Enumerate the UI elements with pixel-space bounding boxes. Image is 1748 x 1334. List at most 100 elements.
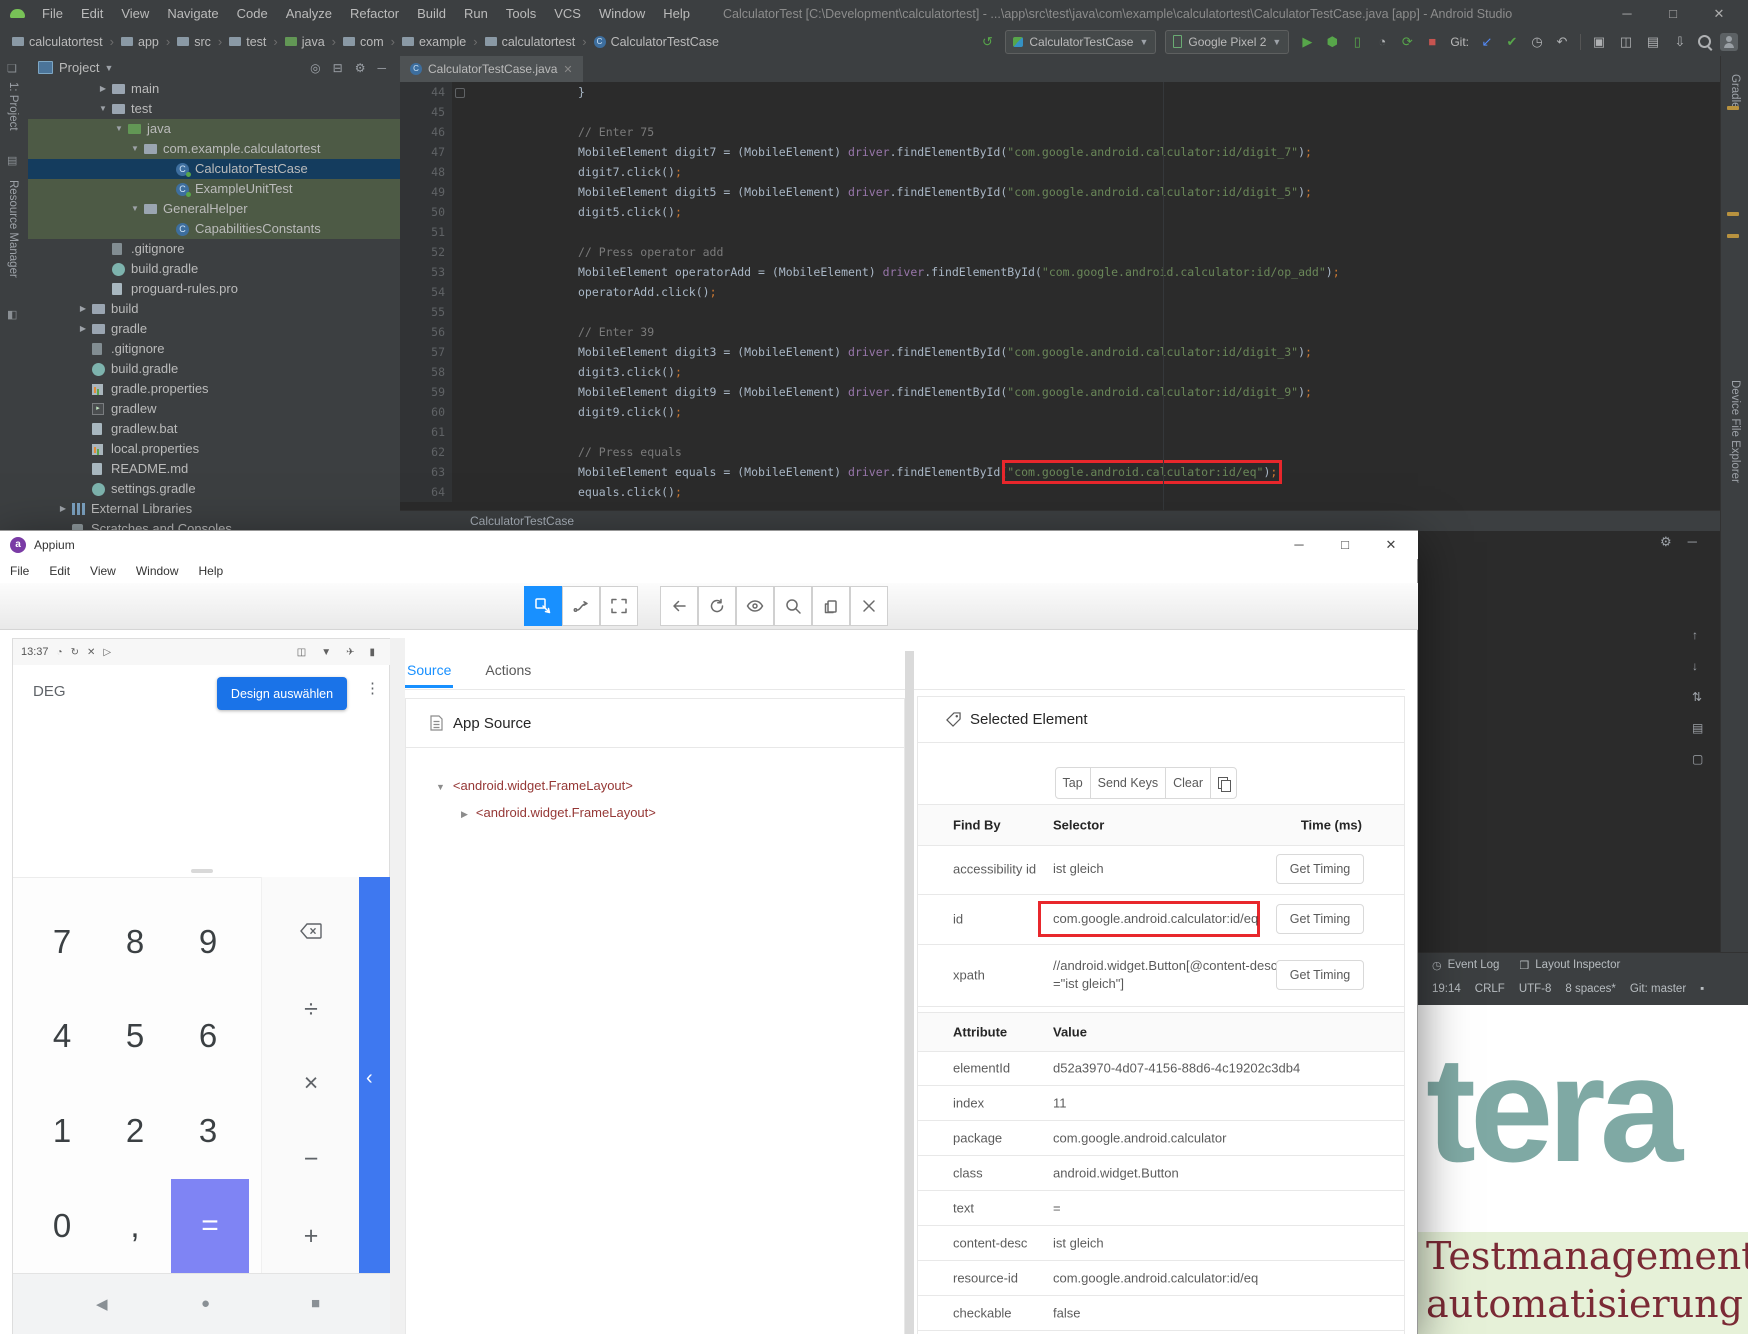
maximize-icon[interactable]: □ [1322,537,1368,553]
chevron-right-icon[interactable]: ▶ [461,809,468,819]
tool-windows-icon[interactable]: ▣ [1590,34,1608,50]
code-editor[interactable]: 44}4546// Enter 7547MobileElement digit7… [400,82,1720,510]
menu-vcs[interactable]: VCS [545,6,590,21]
close-icon[interactable]: ✕ [1368,537,1414,553]
get-timing-button[interactable]: Get Timing [1276,960,1364,990]
device-select[interactable]: Google Pixel 2 ▼ [1165,30,1289,54]
tool-icon[interactable]: ↓ [1692,659,1703,673]
run-icon[interactable]: ▶ [1298,34,1316,50]
calc-key-4[interactable]: 4 [25,989,99,1083]
tree-item-scratches-and-consoles[interactable]: Scratches and Consoles [28,519,400,530]
menu-tools[interactable]: Tools [497,6,545,21]
breadcrumb-src[interactable]: src [177,35,211,49]
hide-icon[interactable]: ─ [1688,534,1697,550]
device-screenshot[interactable]: 13:37 ◔↻✕▷ ◫▼✈▮ DEG Design auswählen ⋮ 7… [12,638,390,1334]
device-manager-icon[interactable]: ◫ [1617,34,1635,50]
tree-item-java[interactable]: ▼java [28,119,400,139]
editor-tab[interactable]: CalculatorTestCase.java ✕ [400,56,583,82]
rollback-icon[interactable]: ↶ [1553,34,1571,50]
calc-key-plus[interactable]: + [262,1221,360,1251]
tab-actions[interactable]: Actions [485,662,531,678]
calc-key-8[interactable]: 8 [98,895,172,989]
xml-node[interactable]: ▶<android.widget.FrameLayout> [461,799,656,826]
hide-icon[interactable]: ─ [377,61,386,75]
calc-key-3[interactable]: 3 [171,1084,245,1178]
tool-icon[interactable]: ▢ [1692,752,1703,766]
calc-key-9[interactable]: 9 [171,895,245,989]
tool-icon[interactable]: ↑ [1692,628,1703,642]
menu-build[interactable]: Build [408,6,455,21]
nav-recents-icon[interactable]: ■ [311,1295,320,1312]
tree-item-exampleunittest[interactable]: ExampleUnitTest [28,179,400,199]
tab-source[interactable]: Source [405,662,453,678]
debug-icon[interactable]: ⬢ [1323,34,1341,50]
tree-item-gitignore[interactable]: .gitignore [28,239,400,259]
calc-key-divide[interactable]: ÷ [262,994,360,1024]
calc-key-1[interactable]: 1 [25,1084,99,1178]
breadcrumb-app[interactable]: app [121,35,159,49]
send-keys-button[interactable]: Send Keys [1090,767,1166,799]
search-icon[interactable] [1698,35,1711,48]
nav-back-icon[interactable]: ◀ [96,1295,108,1313]
history-icon[interactable]: ◷ [1528,34,1546,50]
menu-analyze[interactable]: Analyze [277,6,341,21]
stop-icon[interactable]: ■ [1423,34,1441,50]
tool-icon[interactable]: ▤ [1692,721,1703,735]
tap-button[interactable]: Tap [1055,767,1091,799]
tool-strip-project[interactable]: 1: Project [7,82,19,131]
menu-help[interactable]: Help [189,564,234,578]
close-icon[interactable]: ✕ [1696,6,1742,22]
select-element-button[interactable] [524,586,562,626]
menu-code[interactable]: Code [228,6,277,21]
tree-item-gradlew[interactable]: gradlew [28,399,400,419]
tree-item-gradle[interactable]: ▶gradle [28,319,400,339]
tree-item-build-gradle[interactable]: build.gradle [28,359,400,379]
menu-edit[interactable]: Edit [72,6,112,21]
breadcrumb-calculatortest[interactable]: calculatortest [12,35,103,49]
search-element-button[interactable] [774,586,812,626]
calc-key-0[interactable]: 0 [25,1179,99,1273]
status-item-utf-8[interactable]: UTF-8 [1519,983,1552,995]
maximize-icon[interactable]: □ [1650,6,1696,22]
minimize-icon[interactable]: ─ [1604,6,1650,22]
tree-item-capabilitiesconstants[interactable]: CapabilitiesConstants [28,219,400,239]
breadcrumb-calculatortestcase[interactable]: CalculatorTestCase [594,35,719,49]
back-button[interactable] [660,586,698,626]
calc-key-backspace[interactable] [262,916,360,946]
menu-refactor[interactable]: Refactor [341,6,408,21]
git-update-icon[interactable]: ↙ [1478,34,1496,50]
get-timing-button[interactable]: Get Timing [1276,854,1364,884]
chevron-down-icon[interactable]: ▼ [104,63,113,73]
status-item-19-14[interactable]: 19:14 [1432,983,1461,995]
tree-item-external-libraries[interactable]: ▶External Libraries [28,499,400,519]
quit-session-button[interactable] [850,586,888,626]
tree-item-build-gradle[interactable]: build.gradle [28,259,400,279]
drag-handle[interactable] [191,869,213,873]
status-item-git-master[interactable]: Git: master [1630,983,1686,995]
swipe-by-coordinates-button[interactable] [562,586,600,626]
locate-icon[interactable]: ◎ [310,61,320,75]
menu-view[interactable]: View [112,6,158,21]
screenshot-button[interactable] [736,586,774,626]
chevron-down-icon[interactable]: ▼ [436,782,445,792]
status-item-crlf[interactable]: CRLF [1475,983,1505,995]
layout-inspector-button[interactable]: Layout Inspector [1535,959,1620,971]
calc-key-7[interactable]: 7 [25,895,99,989]
copy-attributes-button[interactable] [1210,767,1237,799]
tree-item-gradle-properties[interactable]: gradle.properties [28,379,400,399]
clear-button[interactable]: Clear [1165,767,1211,799]
menu-help[interactable]: Help [654,6,699,21]
tree-item-main[interactable]: ▶main [28,79,400,99]
calc-advanced-panel-bar[interactable]: ‹ [359,877,391,1273]
menu-navigate[interactable]: Navigate [158,6,227,21]
editor-breadcrumb[interactable]: CalculatorTestCase [400,510,1748,531]
calc-key-6[interactable]: 6 [171,989,245,1083]
tree-item-calculatortestcase[interactable]: CalculatorTestCase [28,159,400,179]
calc-key-multiply[interactable]: × [262,1068,360,1098]
calc-key-2[interactable]: 2 [98,1084,172,1178]
design-select-button[interactable]: Design auswählen [217,677,347,710]
calc-key-minus[interactable]: − [262,1144,360,1174]
event-log-button[interactable]: Event Log [1448,959,1500,971]
breadcrumb-test[interactable]: test [229,35,266,49]
tree-item-proguard-rules-pro[interactable]: proguard-rules.pro [28,279,400,299]
